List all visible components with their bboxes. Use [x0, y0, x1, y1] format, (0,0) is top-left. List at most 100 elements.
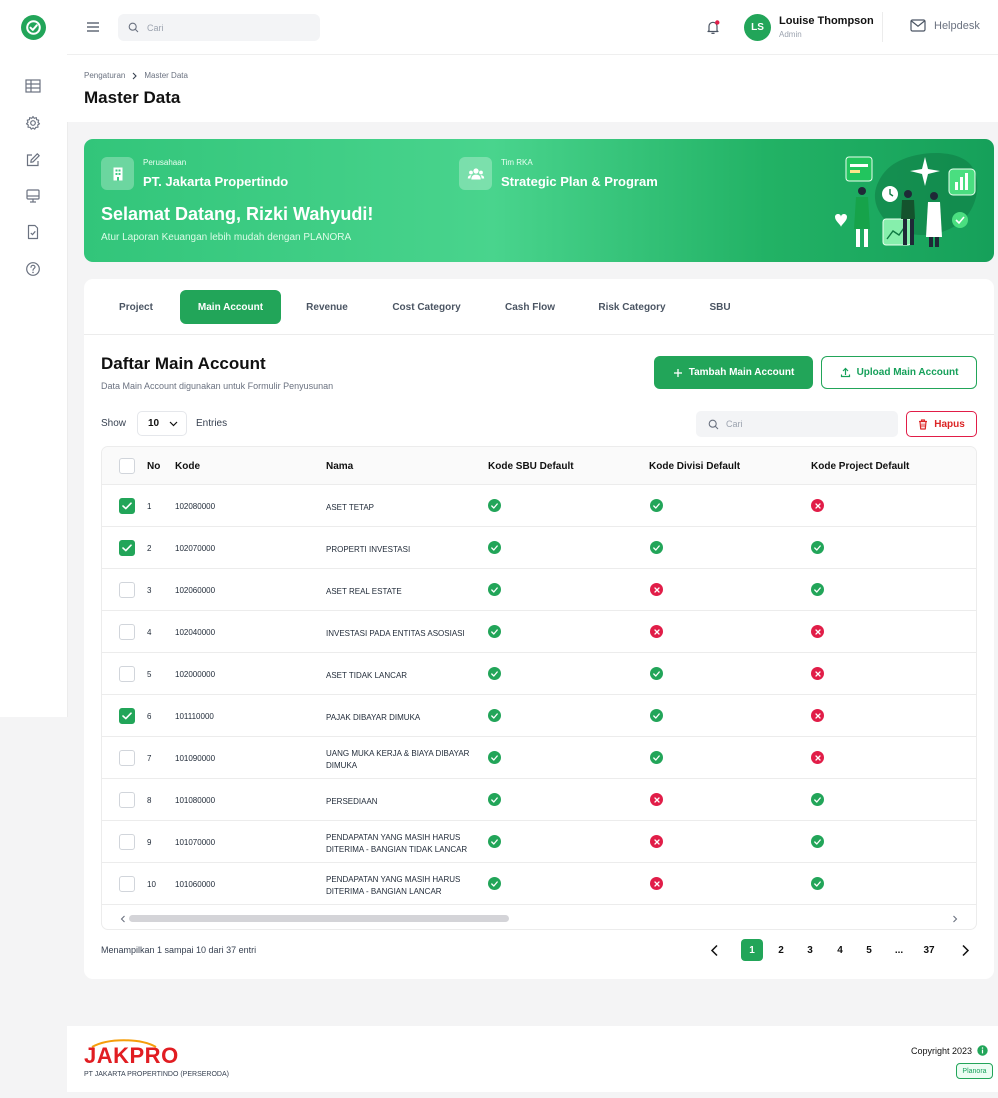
- monitor-icon[interactable]: [24, 187, 42, 205]
- user-avatar[interactable]: LS: [744, 14, 771, 41]
- page-5-button[interactable]: 5: [858, 939, 880, 961]
- row-checkbox[interactable]: [119, 876, 135, 892]
- edit-icon[interactable]: [24, 151, 42, 169]
- table-row[interactable]: 3 102060000 ASET REAL ESTATE: [102, 569, 976, 611]
- cell-kode: 102060000: [175, 586, 216, 595]
- add-main-account-button[interactable]: Tambah Main Account: [654, 356, 813, 389]
- app-logo-icon[interactable]: [21, 15, 46, 40]
- tab-revenue[interactable]: Revenue: [289, 290, 365, 324]
- cell-no: 7: [147, 754, 152, 763]
- page-1-button[interactable]: 1: [741, 939, 763, 961]
- table-row[interactable]: 1 102080000 ASET TETAP: [102, 485, 976, 527]
- row-checkbox[interactable]: [119, 582, 135, 598]
- table-row[interactable]: 7 101090000 UANG MUKA KERJA & BIAYA DIBAYA…: [102, 737, 976, 779]
- cell-nama: ASET TETAP: [326, 502, 482, 514]
- page-37-button[interactable]: 37: [918, 939, 940, 961]
- x-circle-icon: [811, 499, 824, 512]
- tab-cost-category[interactable]: Cost Category: [375, 290, 478, 324]
- cell-no: 2: [147, 544, 152, 553]
- check-circle-icon: [488, 751, 501, 764]
- page-4-button[interactable]: 4: [829, 939, 851, 961]
- table-search-input[interactable]: Cari: [696, 411, 898, 437]
- settings-gear-icon[interactable]: [24, 114, 42, 132]
- welcome-banner: Perusahaan PT. Jakarta Propertindo Tim R…: [84, 139, 994, 262]
- team-icon: [459, 157, 492, 190]
- row-checkbox[interactable]: [119, 666, 135, 682]
- check-circle-icon: [811, 877, 824, 890]
- horizontal-scrollbar[interactable]: [102, 907, 976, 929]
- table-row[interactable]: 2 102070000 PROPERTI INVESTASI: [102, 527, 976, 569]
- cell-no: 9: [147, 838, 152, 847]
- help-icon[interactable]: [24, 260, 42, 278]
- company-value: PT. Jakarta Propertindo: [143, 174, 289, 189]
- cell-nama-line: UANG MUKA KERJA & BIAYA DIBAYAR: [326, 749, 470, 758]
- table-row[interactable]: 9 101070000 PENDAPATAN YANG MASIH HARUS DIT…: [102, 821, 976, 863]
- delete-button[interactable]: Hapus: [906, 411, 977, 437]
- main-account-table: No Kode Nama Kode SBU Default Kode Divis…: [101, 446, 977, 930]
- table-row[interactable]: 4 102040000 INVESTASI PADA ENTITAS ASOSIAS…: [102, 611, 976, 653]
- tab-project[interactable]: Project: [101, 290, 171, 324]
- jakpro-logo: JAKPRO: [84, 1043, 179, 1068]
- info-icon[interactable]: [977, 1045, 988, 1056]
- table-row[interactable]: 6 101110000 PAJAK DIBAYAR DIMUKA: [102, 695, 976, 737]
- notification-bell-icon[interactable]: [705, 19, 721, 35]
- row-checkbox[interactable]: [119, 834, 135, 850]
- tab-cash-flow[interactable]: Cash Flow: [488, 290, 572, 324]
- entries-select[interactable]: 10: [137, 411, 187, 436]
- planora-badge: Planora: [956, 1063, 993, 1079]
- tab-sbu[interactable]: SBU: [692, 290, 748, 324]
- page-2-button[interactable]: 2: [770, 939, 792, 961]
- row-checkbox[interactable]: [119, 624, 135, 640]
- table-row[interactable]: 8 101080000 PERSEDIAAN: [102, 779, 976, 821]
- row-checkbox[interactable]: [119, 792, 135, 808]
- prev-page-icon[interactable]: [710, 944, 719, 957]
- welcome-subtitle: Atur Laporan Keuangan lebih mudah dengan…: [101, 232, 352, 243]
- scrollbar-thumb[interactable]: [129, 915, 509, 922]
- topbar: Cari LS Louise Thompson Admin Helpdesk: [67, 0, 998, 55]
- select-all-checkbox[interactable]: [119, 458, 135, 474]
- table-row[interactable]: 5 102000000 ASET TIDAK LANCAR: [102, 653, 976, 695]
- scroll-left-icon[interactable]: [120, 915, 126, 923]
- cell-no: 8: [147, 796, 152, 805]
- user-name[interactable]: Louise Thompson: [779, 15, 874, 27]
- scroll-right-icon[interactable]: [952, 915, 958, 923]
- mail-icon: [910, 19, 926, 32]
- next-page-icon[interactable]: [961, 944, 970, 957]
- team-label: Tim RKA: [501, 158, 533, 167]
- cell-kode: 102040000: [175, 628, 216, 637]
- table-icon[interactable]: [24, 77, 42, 95]
- tab-main-account[interactable]: Main Account: [180, 290, 281, 324]
- copyright: Copyright 2023: [911, 1045, 988, 1056]
- page-3-button[interactable]: 3: [799, 939, 821, 961]
- check-circle-icon: [650, 499, 663, 512]
- menu-icon[interactable]: [86, 20, 100, 34]
- x-circle-icon: [811, 709, 824, 722]
- tab-risk-category[interactable]: Risk Category: [582, 290, 682, 324]
- row-checkbox[interactable]: [119, 708, 135, 724]
- breadcrumb-parent[interactable]: Pengaturan: [84, 71, 125, 80]
- welcome-message: Selamat Datang, Rizki Wahyudi!: [101, 204, 374, 224]
- table-row[interactable]: 10 101060000 PENDAPATAN YANG MASIH HARUS DI…: [102, 863, 976, 905]
- cell-nama: UANG MUKA KERJA & BIAYA DIBAYAR DIMUKA: [326, 748, 482, 772]
- row-checkbox[interactable]: [119, 540, 135, 556]
- x-circle-icon: [650, 583, 663, 596]
- column-header-no: No: [147, 461, 161, 472]
- cell-kode: 101110000: [175, 712, 214, 721]
- cell-nama-line: DITERIMA - BANGIAN TIDAK LANCAR: [326, 845, 468, 854]
- helpdesk-button[interactable]: Helpdesk: [910, 19, 980, 32]
- cell-kode: 102080000: [175, 502, 216, 511]
- plus-icon: [673, 368, 682, 377]
- cell-kode: 101070000: [175, 838, 216, 847]
- global-search-input[interactable]: Cari: [118, 14, 320, 41]
- document-check-icon[interactable]: [24, 223, 42, 241]
- check-circle-icon: [650, 541, 663, 554]
- row-checkbox[interactable]: [119, 498, 135, 514]
- column-header-nama: Nama: [326, 461, 354, 472]
- upload-main-account-button[interactable]: Upload Main Account: [821, 356, 977, 389]
- row-checkbox[interactable]: [119, 750, 135, 766]
- cell-nama-line: INVESTASI PADA ENTITAS ASOSIASI: [326, 629, 465, 638]
- cell-kode: 102000000: [175, 670, 216, 679]
- show-label: Show: [101, 418, 127, 429]
- cell-no: 1: [147, 502, 152, 511]
- check-circle-icon: [650, 667, 663, 680]
